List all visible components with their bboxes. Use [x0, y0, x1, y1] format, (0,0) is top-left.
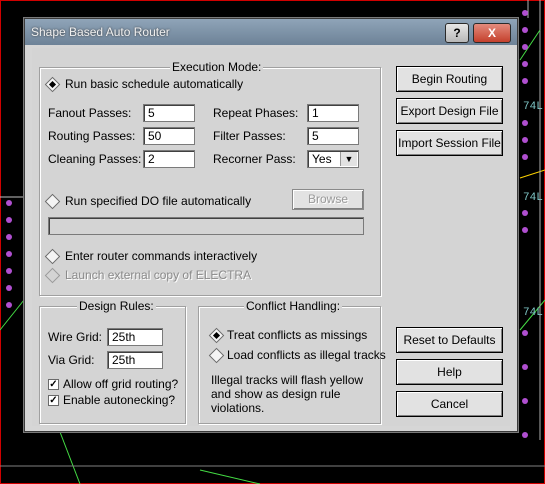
pcb-pad	[6, 268, 12, 274]
pcb-pad	[6, 285, 12, 291]
filter-passes-input[interactable]: 5	[307, 127, 359, 145]
cleaning-passes-label: Cleaning Passes:	[48, 152, 142, 166]
pcb-pad	[522, 78, 528, 84]
wire-grid-input[interactable]: 25th	[107, 328, 163, 346]
fanout-input[interactable]: 5	[143, 104, 195, 122]
pcb-pad	[522, 61, 528, 67]
via-grid-input[interactable]: 25th	[107, 351, 163, 369]
pcb-pad	[6, 302, 12, 308]
treat-missing-radio[interactable]	[208, 327, 225, 344]
design-rules-legend: Design Rules:	[77, 299, 156, 313]
repeat-phases-input[interactable]: 1	[307, 104, 359, 122]
pcb-pad	[522, 27, 528, 33]
routing-passes-label: Routing Passes:	[48, 129, 136, 143]
import-session-button[interactable]: Import Session File	[396, 130, 503, 156]
load-illegal-label[interactable]: Load conflicts as illegal tracks	[227, 348, 386, 362]
chevron-down-icon[interactable]: ▼	[340, 152, 357, 166]
execution-mode-group: Execution Mode: Run basic schedule autom…	[39, 60, 381, 296]
run-do-file-radio[interactable]	[44, 193, 61, 210]
export-design-button[interactable]: Export Design File	[396, 98, 503, 124]
conflict-handling-legend: Conflict Handling:	[244, 299, 343, 313]
run-basic-radio[interactable]	[44, 76, 61, 93]
run-do-file-label[interactable]: Run specified DO file automatically	[65, 194, 251, 208]
pcb-pad	[6, 234, 12, 240]
pcb-pad	[522, 44, 528, 50]
cleaning-passes-input[interactable]: 2	[143, 150, 195, 168]
launch-electra-label[interactable]: Launch external copy of ELECTRA	[65, 268, 251, 282]
pcb-pad	[522, 137, 528, 143]
via-grid-label: Via Grid:	[48, 353, 95, 367]
interactive-radio[interactable]	[44, 248, 61, 265]
pcb-pad	[6, 200, 12, 206]
execution-mode-legend: Execution Mode:	[170, 60, 264, 74]
design-rules-group: Design Rules: Wire Grid: 25th Via Grid: …	[39, 299, 186, 424]
browse-button[interactable]: Browse	[292, 189, 364, 210]
pcb-component-label: 74L	[523, 307, 543, 319]
conflict-handling-group: Conflict Handling: Treat conflicts as mi…	[198, 299, 386, 424]
repeat-phases-label: Repeat Phases:	[213, 106, 299, 120]
cancel-button[interactable]: Cancel	[396, 391, 503, 417]
begin-routing-button[interactable]: Begin Routing	[396, 66, 503, 92]
recorner-pass-label: Recorner Pass:	[213, 152, 296, 166]
routing-passes-input[interactable]: 50	[143, 127, 195, 145]
pcb-pad	[6, 217, 12, 223]
pcb-pad	[6, 251, 12, 257]
interactive-label[interactable]: Enter router commands interactively	[65, 249, 257, 263]
dialog-client-area: Execution Mode: Run basic schedule autom…	[32, 48, 510, 426]
filter-passes-label: Filter Passes:	[213, 129, 286, 143]
pcb-component-label: 74L	[523, 101, 543, 113]
recorner-pass-value: Yes	[312, 152, 332, 166]
reset-defaults-button[interactable]: Reset to Defaults	[396, 327, 503, 353]
run-basic-label[interactable]: Run basic schedule automatically	[65, 77, 243, 91]
pcb-pad	[522, 432, 528, 438]
help-button[interactable]: Help	[396, 359, 503, 385]
pcb-pad	[522, 120, 528, 126]
pcb-pad	[522, 210, 528, 216]
conflict-note: Illegal tracks will flash yellow and sho…	[211, 373, 364, 415]
pcb-pad	[522, 154, 528, 160]
pcb-pad	[522, 227, 528, 233]
close-button[interactable]: X	[473, 23, 511, 43]
fanout-label: Fanout Passes:	[48, 106, 132, 120]
pcb-pad	[522, 398, 528, 404]
help-title-button[interactable]: ?	[445, 23, 469, 43]
do-file-path-input[interactable]	[48, 217, 364, 235]
window-title: Shape Based Auto Router	[31, 25, 170, 39]
title-bar[interactable]: Shape Based Auto Router ? X	[25, 19, 517, 45]
wire-grid-label: Wire Grid:	[48, 330, 102, 344]
enable-autonecking-checkbox[interactable]: ✓	[48, 395, 59, 406]
launch-electra-radio[interactable]	[44, 267, 61, 284]
allow-off-grid-label[interactable]: Allow off grid routing?	[63, 377, 178, 391]
pcb-pad	[522, 10, 528, 16]
pcb-pad	[522, 330, 528, 336]
pcb-pad	[522, 364, 528, 370]
auto-router-dialog: Shape Based Auto Router ? X Execution Mo…	[24, 18, 518, 432]
treat-missing-label[interactable]: Treat conflicts as missings	[227, 328, 367, 342]
load-illegal-radio[interactable]	[208, 347, 225, 364]
pcb-component-label: 74L	[523, 192, 543, 204]
enable-autonecking-label[interactable]: Enable autonecking?	[63, 393, 175, 407]
recorner-pass-select[interactable]: Yes ▼	[307, 150, 359, 168]
allow-off-grid-checkbox[interactable]: ✓	[48, 379, 59, 390]
